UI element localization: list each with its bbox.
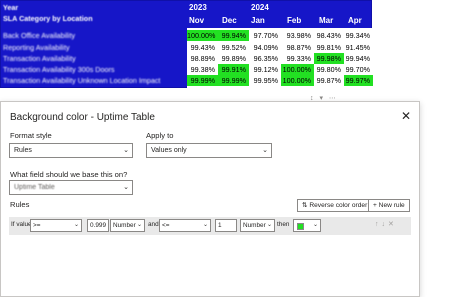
matrix-value-cell: 99.89% (218, 53, 249, 64)
type-value-1: Number (113, 222, 136, 229)
type-dropdown-1[interactable]: Number ⌄ (110, 219, 145, 232)
then-label: then (277, 221, 290, 228)
matrix-value-cell: 99.97% (344, 75, 373, 86)
matrix-row-label: Back Office Availability (3, 31, 76, 40)
type-value-2: Number (243, 222, 266, 229)
rules-label: Rules (10, 200, 30, 209)
year-header-label: Year (3, 3, 19, 12)
year-2023[interactable]: 2023 (189, 2, 207, 13)
chevron-down-icon: ⌄ (312, 222, 318, 228)
matrix-value-cell: 99.38% (187, 64, 218, 75)
reverse-color-order-label: Reverse color order (309, 202, 368, 209)
base-field-value: Uptime Table (14, 184, 55, 191)
matrix-value-cell: 99.94% (218, 30, 249, 41)
value-input-1[interactable]: 0.999 (87, 219, 109, 232)
chevron-down-icon: ⌄ (266, 222, 272, 228)
format-style-dropdown[interactable]: Rules ⌄ (9, 143, 133, 158)
matrix-value-cell: 99.52% (218, 42, 249, 53)
matrix-value-cell: 99.94% (344, 53, 373, 64)
matrix-value-cell: 99.99% (218, 75, 249, 86)
matrix-value-cell: 97.70% (249, 30, 281, 41)
matrix-value-cell: 98.43% (314, 30, 344, 41)
matrix-value-cell: 99.80% (314, 64, 344, 75)
new-rule-button[interactable]: + New rule (368, 199, 410, 212)
matrix-value-cell: 98.87% (281, 42, 314, 53)
matrix-value-cell: 99.81% (314, 42, 344, 53)
color-picker[interactable]: ⌄ (293, 219, 321, 232)
matrix-value-cell: 98.89% (187, 53, 218, 64)
value-1: 0.999 (90, 222, 106, 229)
close-icon[interactable]: ✕ (400, 110, 412, 122)
format-style-value: Rules (14, 147, 32, 154)
month-header: Feb (287, 16, 302, 25)
category-header-label: SLA Category by Location (3, 14, 93, 23)
chevron-down-icon: ⌄ (262, 147, 268, 154)
chevron-down-icon: ⌄ (73, 222, 79, 228)
month-header: Dec (222, 16, 237, 25)
matrix-value-cell: 99.98% (314, 53, 344, 64)
move-rule-icons[interactable]: ↑↓✕ (375, 220, 397, 228)
matrix-visual: Year SLA Category by Location 2023 2024 … (0, 0, 373, 89)
value-input-2[interactable]: 1 (215, 219, 237, 232)
format-style-label: Format style (10, 131, 52, 140)
background-color-dialog: Background color - Uptime Table ✕ Format… (0, 101, 420, 297)
base-field-dropdown[interactable]: Uptime Table ⌄ (9, 180, 133, 195)
if-value-label: If value (11, 221, 32, 228)
month-header: Apr (348, 16, 362, 25)
type-dropdown-2[interactable]: Number ⌄ (240, 219, 275, 232)
apply-to-value: Values only (151, 147, 187, 154)
matrix-value-cell: 91.45% (344, 42, 373, 53)
matrix-row-label: Transaction Availability Unknown Locatio… (3, 76, 161, 85)
reverse-color-order-button[interactable]: ⇅ Reverse color order (297, 199, 373, 212)
matrix-value-cell: 99.99% (187, 75, 218, 86)
value-2: 1 (218, 222, 222, 229)
operator-value-2: <= (162, 222, 170, 229)
apply-to-label: Apply to (146, 131, 174, 140)
chevron-down-icon: ⌄ (123, 147, 129, 154)
matrix-value-cell: 99.87% (314, 75, 344, 86)
matrix-value-cell: 99.95% (249, 75, 281, 86)
rule-row: If value >= ⌄ 0.999 Number ⌄ and <= ⌄ 1 … (9, 217, 411, 235)
matrix-value-cell: 99.12% (249, 64, 281, 75)
matrix-value-cell: 99.34% (344, 30, 373, 41)
matrix-value-cell: 99.91% (218, 64, 249, 75)
and-label: and (148, 221, 159, 228)
chevron-down-icon: ⌄ (123, 184, 129, 191)
chevron-down-icon: ⌄ (136, 222, 142, 228)
apply-to-dropdown[interactable]: Values only ⌄ (146, 143, 272, 158)
operator-dropdown-1[interactable]: >= ⌄ (30, 219, 82, 232)
chevron-down-icon: ⌄ (202, 222, 208, 228)
matrix-row-label: Reporting Availability (3, 43, 70, 52)
year-2024[interactable]: 2024 (251, 2, 269, 13)
month-header: Mar (319, 16, 334, 25)
color-swatch (297, 223, 304, 230)
matrix-value-cell: 96.35% (249, 53, 281, 64)
matrix-row-label: Transaction Availability (3, 54, 76, 63)
month-header: Nov (189, 16, 205, 25)
matrix-value-cell: 100.00% (281, 64, 314, 75)
matrix-value-cell: 94.09% (249, 42, 281, 53)
matrix-value-cell: 99.43% (187, 42, 218, 53)
dialog-title: Background color - Uptime Table (10, 112, 155, 123)
matrix-row-label: Transaction Availability 300s Doors (3, 65, 115, 74)
matrix-value-cell: 99.33% (281, 53, 314, 64)
matrix-value-cell: 99.70% (344, 64, 373, 75)
matrix-value-cell: 100.00% (187, 30, 218, 41)
operator-value-1: >= (33, 222, 41, 229)
matrix-value-cell: 93.98% (281, 30, 314, 41)
month-header: Jan (251, 16, 265, 25)
matrix-value-cell: 100.00% (281, 75, 314, 86)
operator-dropdown-2[interactable]: <= ⌄ (159, 219, 211, 232)
field-question-label: What field should we base this on? (10, 170, 128, 179)
